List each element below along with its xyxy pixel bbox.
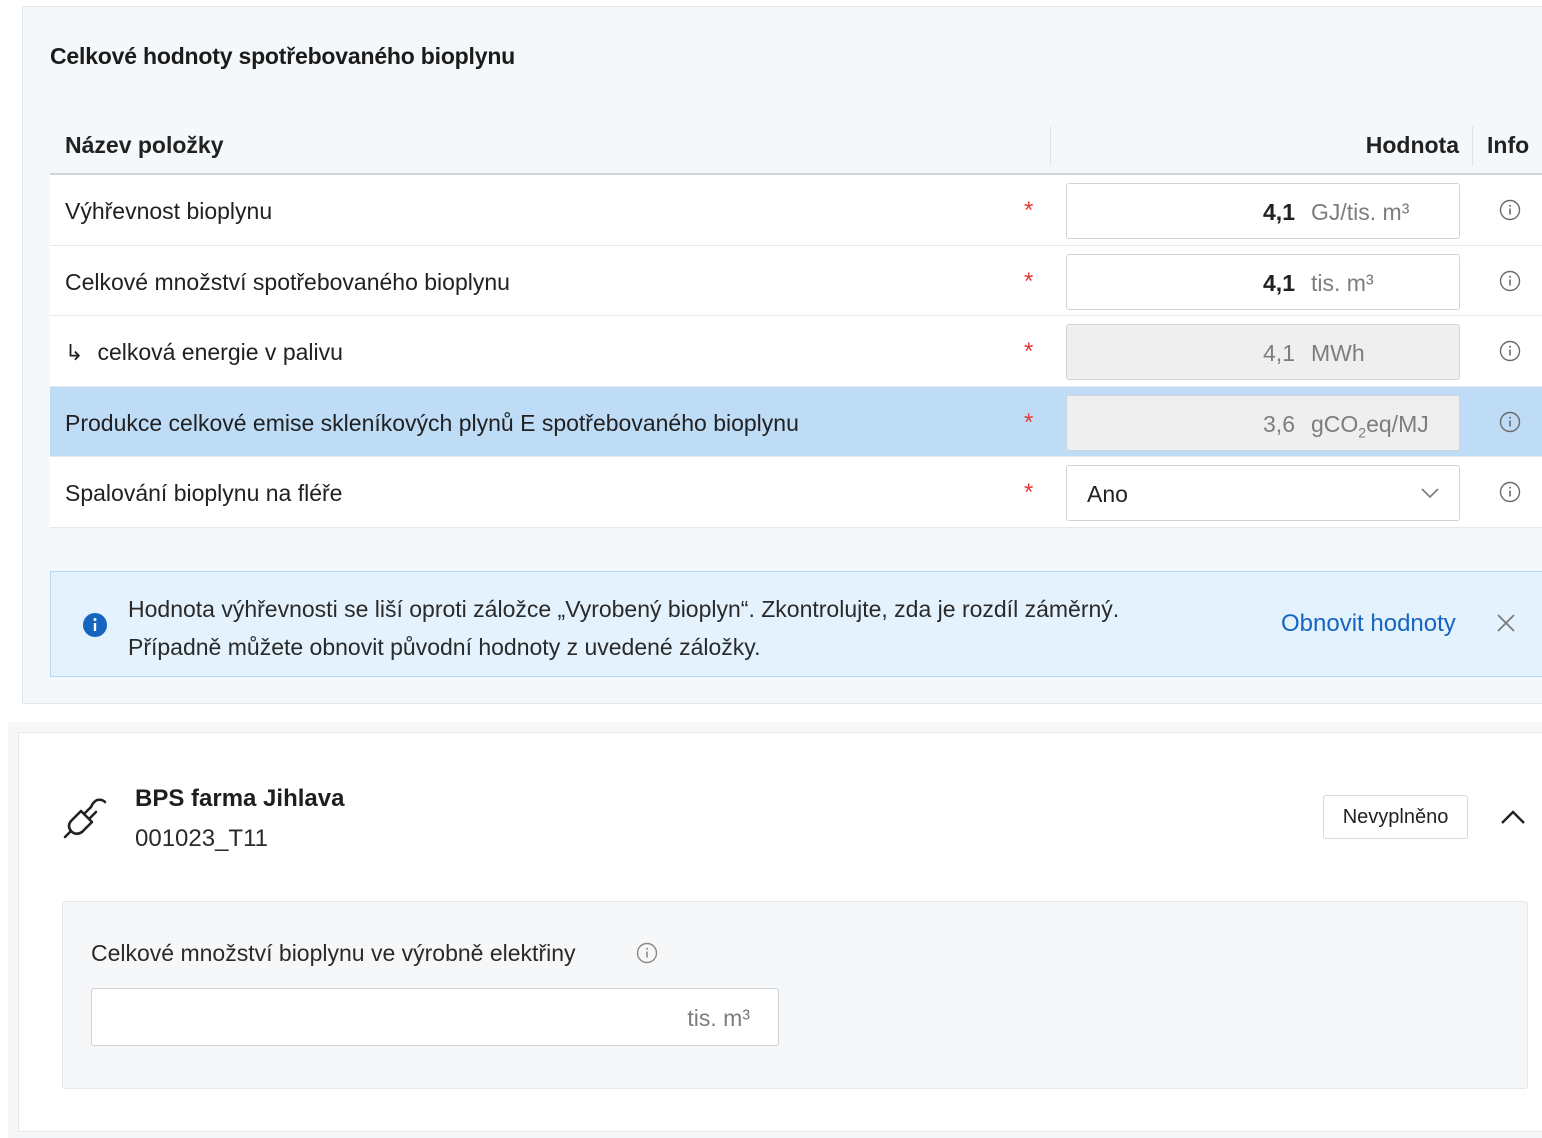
- field-unit: GJ/tis. m³: [1311, 199, 1410, 225]
- field-value: 4,1: [1263, 340, 1295, 367]
- alert-message: Hodnota výhřevnosti se liší oproti zálož…: [128, 590, 1119, 666]
- sub-item-arrow-icon: ↳: [65, 340, 84, 366]
- info-circle-icon[interactable]: [1499, 340, 1521, 367]
- table-row: Produkce celkové emise skleníkových plyn…: [50, 386, 1542, 458]
- field-unit: gCO2eq/MJ: [1311, 411, 1429, 441]
- section-title: Celkové hodnoty spotřebovaného bioplynu: [50, 43, 516, 69]
- consumed-biogas-panel: Celkové hodnoty spotřebovaného bioplynu …: [22, 6, 1542, 704]
- required-mark: *: [1024, 338, 1034, 366]
- table-row: ↳ celková energie v palivu * 4,1 MWh: [50, 316, 1542, 387]
- required-mark: *: [1024, 408, 1034, 436]
- total-biogas-input[interactable]: 4,1 tis. m³: [1066, 253, 1460, 310]
- unit-form-section: Celkové množství bioplynu ve výrobně ele…: [62, 901, 1528, 1089]
- unit-subscript: 2: [1358, 424, 1367, 441]
- field-value: 3,6: [1263, 410, 1295, 437]
- info-circle-icon[interactable]: [636, 942, 658, 969]
- required-mark: *: [1024, 267, 1034, 295]
- row-label-sub: ↳ celková energie v palivu: [65, 339, 343, 366]
- table-row: Celkové množství spotřebovaného bioplynu…: [50, 245, 1542, 317]
- field-value: 4,1: [1263, 199, 1295, 225]
- info-circle-icon[interactable]: [1499, 270, 1521, 297]
- info-filled-icon: [82, 612, 108, 643]
- row-label: celková energie v palivu: [97, 339, 343, 366]
- field-unit: MWh: [1311, 340, 1365, 367]
- header-value: Hodnota: [1365, 132, 1459, 158]
- field-label: Celkové množství bioplynu ve výrobně ele…: [91, 940, 576, 966]
- status-badge: Nevyplněno: [1323, 795, 1468, 839]
- required-mark: *: [1024, 479, 1034, 507]
- table-row: Výhřevnost bioplynu * 4,1 GJ/tis. m³: [50, 175, 1542, 246]
- unit-card-wrapper: BPS farma Jihlava 001023_T11 Nevyplněno …: [8, 722, 1542, 1138]
- info-circle-icon[interactable]: [1499, 481, 1521, 508]
- required-mark: *: [1024, 197, 1034, 224]
- unit-name: BPS farma Jihlava: [135, 785, 345, 812]
- chevron-up-icon[interactable]: [1499, 806, 1527, 833]
- header-name: Název položky: [65, 132, 224, 158]
- info-circle-icon[interactable]: [1499, 411, 1521, 438]
- close-icon[interactable]: [1495, 612, 1517, 639]
- unit-code: 001023_T11: [135, 825, 269, 852]
- unit-rest: eq/MJ: [1366, 410, 1429, 437]
- values-table: Název položky Hodnota Info Výhřevnost bi…: [50, 112, 1542, 528]
- total-energy-field: 4,1 MWh: [1066, 324, 1460, 381]
- unit-card: BPS farma Jihlava 001023_T11 Nevyplněno …: [18, 732, 1542, 1132]
- header-divider: [1472, 126, 1473, 166]
- info-circle-icon[interactable]: [1499, 199, 1521, 226]
- select-value: Ano: [1087, 481, 1128, 508]
- header-divider: [1050, 126, 1051, 166]
- row-label: Spalování bioplynu na fléře: [65, 480, 343, 507]
- restore-values-button[interactable]: Obnovit hodnoty: [1281, 610, 1456, 638]
- biogas-electricity-input[interactable]: tis. m³: [91, 988, 779, 1046]
- field-unit: tis. m³: [1311, 269, 1374, 296]
- row-label: Produkce celkové emise skleníkových plyn…: [65, 409, 799, 436]
- alert-line: Případně můžete obnovit původní hodnoty …: [128, 634, 761, 660]
- plug-icon: [61, 791, 111, 846]
- info-alert: Hodnota výhřevnosti se liší oproti zálož…: [50, 571, 1542, 677]
- calorific-value-input[interactable]: 4,1 GJ/tis. m³: [1066, 183, 1460, 239]
- unit-main: gCO: [1311, 410, 1359, 437]
- field-unit: tis. m³: [687, 1005, 750, 1031]
- table-row: Spalování bioplynu na fléře * Ano: [50, 457, 1542, 528]
- emissions-field: 3,6 gCO2eq/MJ: [1066, 394, 1460, 451]
- field-value: 4,1: [1263, 269, 1295, 296]
- row-label: Výhřevnost bioplynu: [65, 198, 273, 224]
- chevron-down-icon: [1419, 478, 1441, 513]
- flare-combustion-select[interactable]: Ano: [1066, 465, 1460, 522]
- row-label: Celkové množství spotřebovaného bioplynu: [65, 268, 510, 295]
- header-info: Info: [1487, 132, 1530, 158]
- alert-line: Hodnota výhřevnosti se liší oproti zálož…: [128, 596, 1120, 622]
- table-header: Název položky Hodnota Info: [50, 112, 1542, 175]
